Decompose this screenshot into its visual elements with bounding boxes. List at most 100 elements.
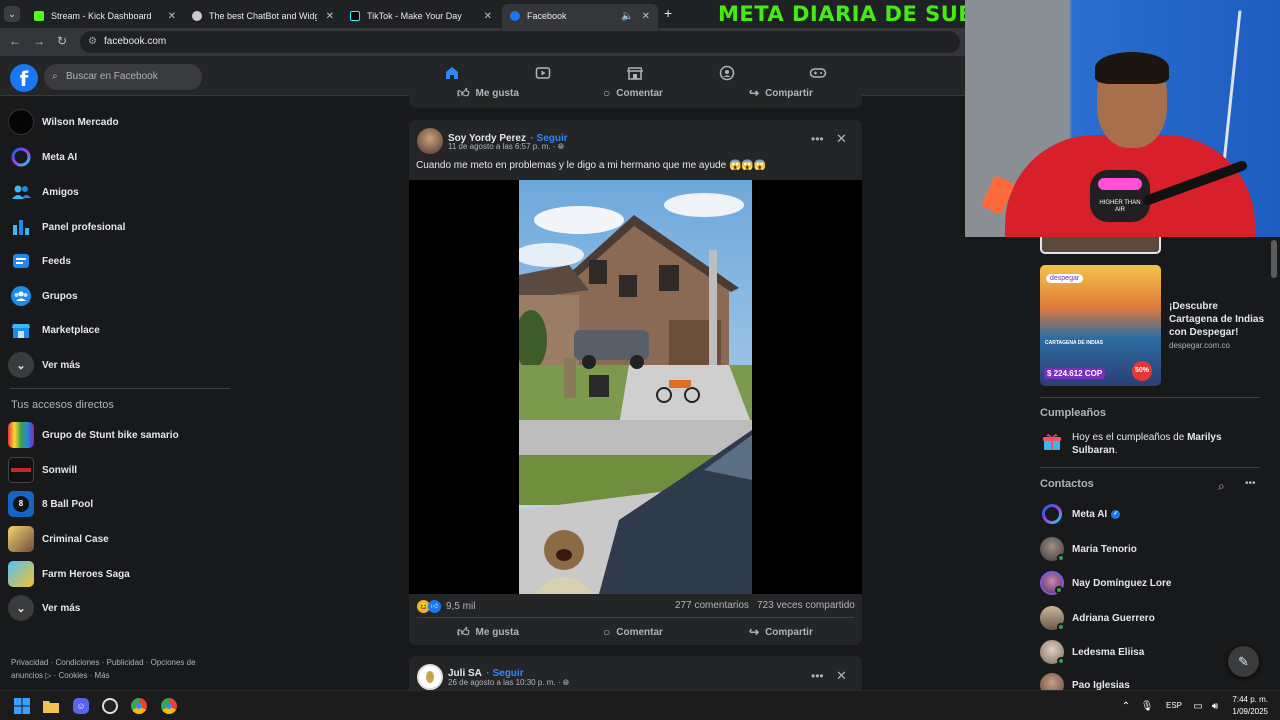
previous-ad-thumbnail[interactable] bbox=[1040, 236, 1161, 254]
sidebar-see-more[interactable]: ⌄ Ver más bbox=[8, 349, 80, 381]
contact-maria-tenorio[interactable]: Maria Tenorio bbox=[1040, 535, 1137, 563]
post-video[interactable] bbox=[409, 180, 862, 594]
post-date[interactable]: 26 de agosto a las 10:30 p. m. · 🌐︎ bbox=[448, 678, 569, 688]
close-icon[interactable]: ✕ bbox=[326, 11, 334, 22]
shortcut-farm-heroes[interactable]: Farm Heroes Saga bbox=[8, 558, 130, 590]
url-field[interactable]: ⚙ facebook.com bbox=[80, 31, 960, 53]
input-language[interactable]: ESP bbox=[1166, 701, 1182, 710]
chevron-up-icon[interactable]: ⌃ bbox=[1116, 696, 1136, 716]
reaction-count: 9,5 mil bbox=[446, 601, 476, 612]
contact-meta-ai[interactable]: Meta AI ✓ bbox=[1040, 500, 1121, 528]
new-tab-button[interactable]: + bbox=[664, 5, 672, 21]
post-date[interactable]: 11 de agosto a las 6:57 p. m. · 🌐︎ bbox=[448, 142, 564, 152]
shortcut-8-ball-pool[interactable]: 8 8 Ball Pool bbox=[8, 488, 93, 520]
contact-avatar bbox=[1040, 640, 1065, 665]
contact-name: Ledesma Eliisa bbox=[1072, 646, 1145, 658]
reload-icon[interactable]: ↻ bbox=[57, 34, 67, 48]
comment-icon: ○ bbox=[603, 625, 611, 639]
close-icon[interactable]: ✕ bbox=[642, 11, 650, 22]
comment-button[interactable]: ○ Comentar bbox=[603, 86, 663, 100]
birthday-text[interactable]: Hoy es el cumpleaños de Marilys Sulbaran… bbox=[1072, 431, 1252, 457]
system-clock[interactable]: 7:44 p. m. 1/09/2025 bbox=[1232, 694, 1268, 718]
close-icon[interactable]: ✕ bbox=[168, 11, 176, 22]
sidebar-item-friends[interactable]: Amigos bbox=[8, 176, 79, 208]
sidebar-item-groups[interactable]: Grupos bbox=[8, 280, 78, 312]
sidebar-item-marketplace[interactable]: Marketplace bbox=[8, 314, 100, 346]
contact-pao-iglesias[interactable]: Pao Iglesias bbox=[1040, 673, 1130, 690]
close-icon[interactable]: ✕ bbox=[836, 668, 847, 684]
chrome-profile-icon[interactable] bbox=[159, 696, 179, 716]
feed-post: Soy Yordy Perez · Seguir 11 de agosto a … bbox=[409, 120, 862, 645]
tab-kick-dashboard[interactable]: Stream - Kick Dashboard ✕ bbox=[26, 4, 184, 28]
comment-icon: ○ bbox=[603, 86, 611, 100]
chevron-down-icon: ⌄ bbox=[8, 595, 34, 621]
shortcut-criminal-case[interactable]: Criminal Case bbox=[8, 523, 109, 555]
tab-tiktok[interactable]: TikTok - Make Your Day ✕ bbox=[342, 4, 500, 28]
shortcut-sonwill[interactable]: Sonwill bbox=[8, 454, 77, 486]
forward-icon[interactable]: → bbox=[33, 34, 45, 48]
footer-links[interactable]: Privacidad · Condiciones · Publicidad · … bbox=[11, 656, 226, 682]
contact-adriana-guerrero[interactable]: Adriana Guerrero bbox=[1040, 604, 1155, 632]
facebook-logo[interactable]: f bbox=[10, 64, 38, 92]
facebook-favicon-icon bbox=[510, 11, 520, 21]
verified-badge-icon: ✓ bbox=[1111, 509, 1121, 519]
tab-search-button[interactable]: ⌄ bbox=[4, 6, 20, 22]
shortcut-stunt-group[interactable]: Grupo de Stunt bike samario bbox=[8, 419, 179, 451]
post-text: Cuando me meto en problemas y le digo a … bbox=[416, 160, 767, 171]
tab-chatbot[interactable]: The best ChatBot and Widgets ✕ bbox=[184, 4, 342, 28]
shortcut-label: Ver más bbox=[42, 602, 81, 614]
microphone-icon[interactable]: 🎙︎ bbox=[1137, 696, 1157, 716]
footer-more-links[interactable]: · Cookies · Más bbox=[51, 671, 110, 680]
comment-count[interactable]: 277 comentarios bbox=[675, 600, 749, 611]
reactions-summary[interactable]: 😆 👍︎ 9,5 mil bbox=[417, 600, 475, 613]
comment-button[interactable]: ○ Comentar bbox=[603, 625, 663, 639]
new-message-button[interactable]: ✎ bbox=[1228, 646, 1259, 677]
site-info-icon[interactable]: ⚙ bbox=[88, 31, 97, 53]
like-button[interactable]: 👍︎ Me gusta bbox=[457, 86, 519, 101]
tab-facebook[interactable]: Facebook 🔈 ✕ bbox=[502, 4, 658, 28]
search-input[interactable]: ⌕ Buscar en Facebook bbox=[44, 64, 202, 90]
sonwill-thumbnail-icon bbox=[8, 457, 34, 483]
author-avatar[interactable] bbox=[417, 128, 443, 154]
criminal-case-icon bbox=[8, 526, 34, 552]
shortcuts-see-more[interactable]: ⌄ Ver más bbox=[8, 592, 80, 624]
ad-city: CARTAGENA DE INDIAS bbox=[1045, 340, 1104, 346]
share-button[interactable]: ↪ Compartir bbox=[749, 625, 813, 639]
share-count[interactable]: 723 veces compartido bbox=[757, 600, 855, 611]
search-icon[interactable]: ⌕ bbox=[1218, 479, 1225, 494]
ad-title[interactable]: ¡Descubre Cartagena de Indias con Despeg… bbox=[1169, 300, 1269, 339]
author-avatar[interactable] bbox=[417, 664, 443, 690]
close-icon[interactable]: ✕ bbox=[484, 11, 492, 22]
speaker-icon[interactable]: 🔈 bbox=[621, 11, 633, 22]
discord-icon[interactable]: ☺ bbox=[71, 696, 91, 716]
volume-icon[interactable]: 🔊︎ bbox=[1205, 696, 1225, 716]
like-button[interactable]: 👍︎ Me gusta bbox=[457, 625, 519, 640]
tiktok-favicon-icon bbox=[350, 11, 360, 21]
sidebar-item-profile[interactable]: Wilson Mercado bbox=[8, 106, 119, 138]
back-icon[interactable]: ← bbox=[9, 34, 21, 48]
sidebar-item-professional-panel[interactable]: Panel profesional bbox=[8, 211, 125, 243]
page-scrollbar[interactable] bbox=[1271, 240, 1277, 278]
contact-ledesma-eliisa[interactable]: Ledesma Eliisa bbox=[1040, 638, 1144, 666]
more-options-icon[interactable]: ••• bbox=[811, 132, 824, 146]
contact-nay-dominguez[interactable]: Nay Domínguez Lore bbox=[1040, 569, 1171, 597]
close-icon[interactable]: ✕ bbox=[836, 131, 847, 147]
sidebar-item-label: Grupos bbox=[42, 290, 78, 302]
thumbs-up-icon: 👍︎ bbox=[457, 86, 470, 100]
meta-ai-icon bbox=[1040, 502, 1064, 526]
ad-domain[interactable]: despegar.com.co bbox=[1169, 341, 1230, 350]
chrome-icon[interactable] bbox=[129, 696, 149, 716]
more-options-icon[interactable]: ••• bbox=[811, 669, 824, 683]
sponsored-ad-image[interactable]: despegar CARTAGENA DE INDIAS $ 224.612 C… bbox=[1040, 265, 1161, 386]
obs-icon[interactable] bbox=[100, 696, 120, 716]
marketplace-icon bbox=[8, 317, 34, 343]
sidebar-item-feeds[interactable]: Feeds bbox=[8, 245, 71, 277]
file-explorer-icon[interactable] bbox=[41, 696, 61, 716]
sidebar-item-label: Amigos bbox=[42, 186, 79, 198]
more-options-icon[interactable]: ••• bbox=[1245, 478, 1256, 489]
share-button[interactable]: ↪ Compartir bbox=[749, 86, 813, 100]
windows-start-icon[interactable] bbox=[12, 696, 32, 716]
contact-name: Pao Iglesias bbox=[1072, 680, 1130, 690]
sidebar-item-meta-ai[interactable]: Meta AI bbox=[8, 141, 77, 173]
footer-ads-link[interactable]: anuncios bbox=[11, 671, 43, 680]
